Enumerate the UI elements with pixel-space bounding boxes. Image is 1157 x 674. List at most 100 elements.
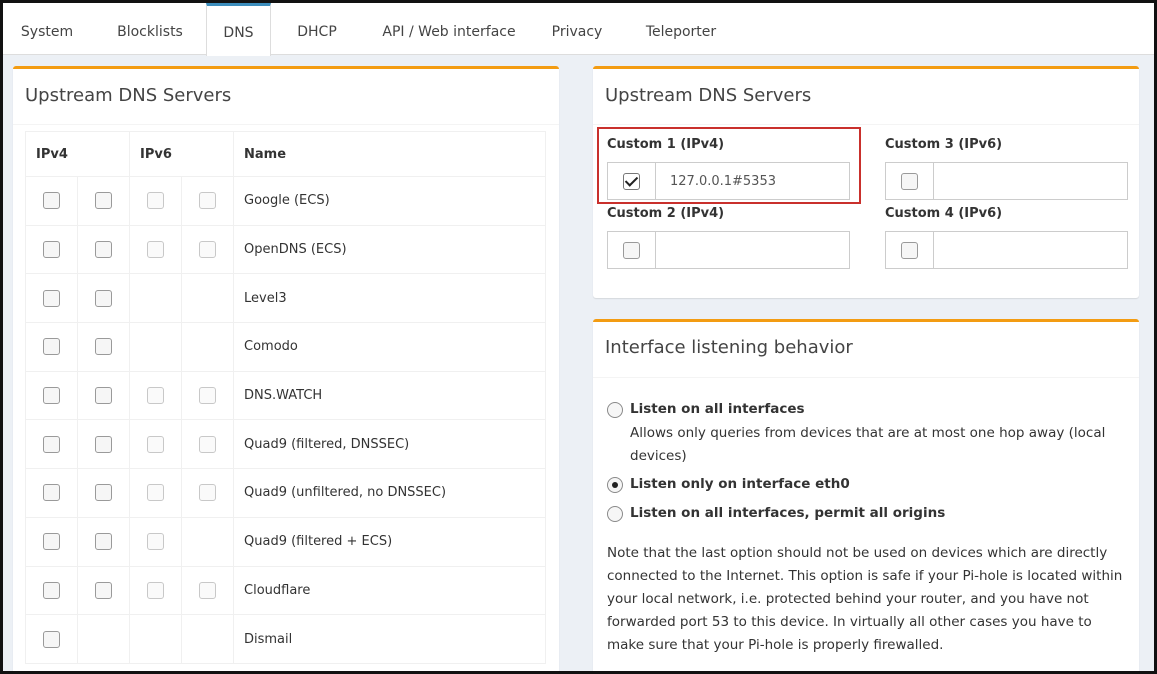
ipv6-checkbox[interactable] [147, 484, 164, 502]
ipv4-checkbox[interactable] [43, 387, 60, 405]
ipv6-checkbox[interactable] [199, 192, 216, 210]
server-name: Quad9 (unfiltered, no DNSSEC) [233, 468, 546, 518]
ipv6-cell [129, 176, 182, 226]
custom-2-checkbox[interactable] [623, 241, 640, 259]
ipv4-cell [77, 224, 130, 275]
table-row: Quad9 (filtered + ECS) [25, 516, 546, 567]
radio-button[interactable] [607, 402, 623, 418]
custom-1-highlight-box [597, 127, 861, 204]
table-row: DNS.WATCH [25, 370, 546, 421]
server-name: Comodo [233, 322, 546, 372]
ipv6-cell [129, 322, 182, 372]
ipv4-cell [77, 468, 130, 518]
table-row: Level3 [25, 273, 546, 324]
ipv4-checkbox[interactable] [43, 630, 60, 648]
tab-dhcp[interactable]: DHCP [279, 3, 355, 55]
ipv6-cell [181, 322, 234, 372]
ipv4-cell [77, 565, 130, 616]
ipv4-checkbox[interactable] [95, 435, 112, 453]
radio-label: Listen on all interfaces [630, 401, 805, 417]
ipv4-checkbox[interactable] [43, 192, 60, 210]
server-name: DNS.WATCH [233, 370, 546, 421]
ipv4-checkbox[interactable] [95, 484, 112, 502]
custom-3-group [885, 162, 1128, 200]
server-name: Quad9 (filtered + ECS) [233, 516, 546, 567]
custom-3-label: Custom 3 (IPv6) [885, 137, 1003, 152]
table-header-row: IPv4 IPv6 Name [25, 131, 546, 177]
ipv6-checkbox[interactable] [199, 484, 216, 502]
ipv4-cell [25, 224, 78, 275]
ipv6-checkbox[interactable] [199, 387, 216, 405]
server-name: Cloudflare [233, 565, 546, 616]
ipv4-checkbox[interactable] [43, 581, 60, 599]
table-row: Dismail [25, 614, 546, 664]
radio-button[interactable] [607, 477, 623, 493]
ipv4-cell [77, 273, 130, 324]
ipv4-checkbox[interactable] [95, 192, 112, 210]
ipv4-checkbox[interactable] [43, 435, 60, 453]
ipv6-checkbox[interactable] [199, 435, 216, 453]
server-name: Level3 [233, 273, 546, 324]
header-ipv4: IPv4 [25, 131, 130, 177]
ipv4-cell [25, 419, 78, 470]
panel-title: Upstream DNS Servers [605, 85, 812, 106]
ipv4-checkbox[interactable] [95, 338, 112, 356]
ipv4-cell [25, 614, 78, 664]
tab-api-web-interface[interactable]: API / Web interface [365, 3, 533, 55]
radio-button[interactable] [607, 506, 623, 522]
ipv6-cell [129, 565, 182, 616]
tab-blocklists[interactable]: Blocklists [98, 3, 202, 55]
server-name: OpenDNS (ECS) [233, 224, 546, 275]
ipv6-cell [181, 176, 234, 226]
ipv4-cell [25, 516, 78, 567]
ipv6-checkbox[interactable] [147, 435, 164, 453]
ipv6-checkbox[interactable] [147, 581, 164, 599]
ipv6-checkbox[interactable] [147, 192, 164, 210]
ipv4-checkbox[interactable] [43, 338, 60, 356]
custom-4-checkbox[interactable] [901, 241, 918, 259]
ipv6-checkbox[interactable] [199, 241, 216, 259]
custom-2-checkbox-addon [608, 232, 656, 268]
ipv6-cell [181, 273, 234, 324]
ipv4-checkbox[interactable] [95, 533, 112, 551]
ipv4-checkbox[interactable] [43, 241, 60, 259]
ipv6-cell [129, 370, 182, 421]
ipv4-checkbox[interactable] [43, 289, 60, 307]
ipv6-checkbox[interactable] [199, 581, 216, 599]
custom-3-checkbox[interactable] [901, 172, 918, 190]
ipv4-checkbox[interactable] [95, 387, 112, 405]
ipv4-cell [77, 322, 130, 372]
upstream-dns-panel-left: Upstream DNS Servers IPv4 IPv6 Name Goog… [13, 66, 559, 671]
listen-all-description: Allows only queries from devices that ar… [630, 425, 1106, 464]
custom-4-label: Custom 4 (IPv6) [885, 206, 1003, 221]
ipv6-checkbox[interactable] [147, 533, 164, 551]
divider [13, 124, 559, 125]
ipv4-cell [25, 176, 78, 226]
ipv4-checkbox[interactable] [43, 533, 60, 551]
ipv4-cell [25, 370, 78, 421]
tab-teleporter[interactable]: Teleporter [629, 3, 733, 55]
ipv4-cell [77, 370, 130, 421]
ipv6-cell [129, 614, 182, 664]
tab-dns[interactable]: DNS [206, 3, 271, 56]
ipv4-checkbox[interactable] [95, 241, 112, 259]
ipv4-checkbox[interactable] [95, 581, 112, 599]
ipv6-cell [181, 468, 234, 518]
tab-privacy[interactable]: Privacy [539, 3, 615, 55]
custom-2-label: Custom 2 (IPv4) [607, 206, 725, 221]
ipv6-checkbox[interactable] [147, 241, 164, 259]
tab-system[interactable]: System [7, 3, 87, 55]
ipv6-cell [181, 614, 234, 664]
ipv4-checkbox[interactable] [43, 484, 60, 502]
table-row: Quad9 (filtered, DNSSEC) [25, 419, 546, 470]
ipv4-cell [25, 565, 78, 616]
ipv4-cell [25, 468, 78, 518]
server-name: Quad9 (filtered, DNSSEC) [233, 419, 546, 470]
custom-3-checkbox-addon [886, 163, 934, 199]
ipv4-cell [77, 516, 130, 567]
ipv6-checkbox[interactable] [147, 387, 164, 405]
ipv4-checkbox[interactable] [95, 289, 112, 307]
radio-label: Listen on all interfaces, permit all ori… [630, 505, 946, 521]
server-name: Dismail [233, 614, 546, 664]
header-ipv6: IPv6 [129, 131, 234, 177]
